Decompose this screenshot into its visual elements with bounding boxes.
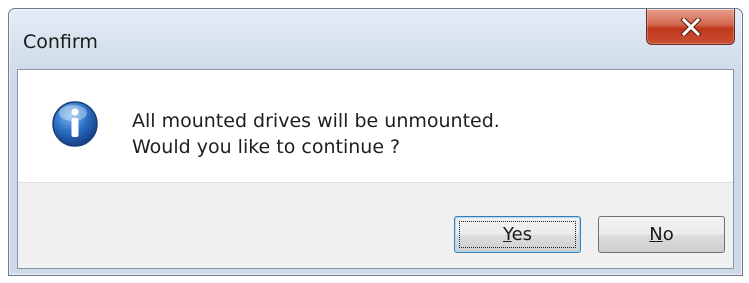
button-bar: Yes No bbox=[18, 182, 733, 268]
message-area: All mounted drives will be unmounted. Wo… bbox=[18, 70, 733, 182]
dialog-title: Confirm bbox=[23, 31, 98, 53]
dialog-body: All mounted drives will be unmounted. Wo… bbox=[17, 69, 734, 269]
info-icon bbox=[51, 100, 99, 148]
close-icon bbox=[679, 17, 702, 36]
message-text: All mounted drives will be unmounted. Wo… bbox=[132, 108, 500, 160]
yes-button-label: Yes bbox=[502, 224, 533, 245]
yes-button[interactable]: Yes bbox=[454, 216, 581, 253]
title-bar[interactable]: Confirm bbox=[9, 9, 742, 69]
no-button[interactable]: No bbox=[598, 216, 725, 253]
no-button-label: No bbox=[649, 224, 674, 245]
confirm-dialog: Confirm All mounted drives will be unmou… bbox=[8, 8, 743, 276]
message-line-2: Would you like to continue ? bbox=[132, 136, 401, 158]
close-button[interactable] bbox=[646, 9, 735, 45]
message-line-1: All mounted drives will be unmounted. bbox=[132, 110, 500, 132]
